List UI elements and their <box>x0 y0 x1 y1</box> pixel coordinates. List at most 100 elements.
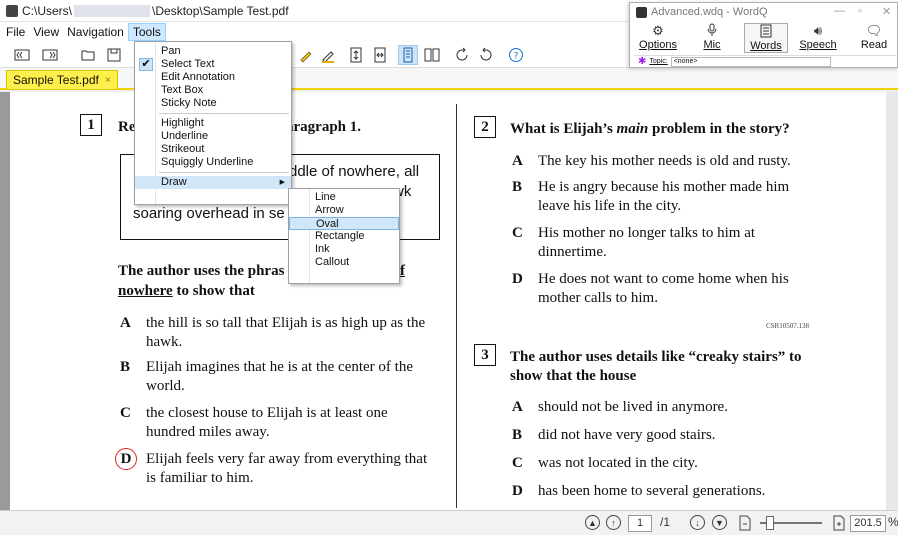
question-3-number: 3 <box>474 344 496 366</box>
redacted-username <box>74 4 151 17</box>
question-2-option-a: A The key his mother needs is old and rus… <box>512 153 791 169</box>
tools-menu-edit-annotation[interactable]: Edit Annotation <box>135 71 291 84</box>
svg-text:?: ? <box>514 52 519 62</box>
tools-menu-underline[interactable]: Underline <box>135 130 291 143</box>
menu-tools[interactable]: Tools <box>127 23 166 41</box>
page-number-input[interactable]: 1 <box>628 515 652 532</box>
tools-menu-draw[interactable]: Draw ▶ <box>135 176 291 189</box>
scroll-up-icon[interactable]: ▲ <box>585 515 600 530</box>
submenu-arrow-icon: ▶ <box>279 179 285 186</box>
page-total: /1 <box>660 515 671 529</box>
question-1-number: 1 <box>80 114 102 136</box>
menu-navigation[interactable]: Navigation <box>63 24 128 40</box>
two-page-view-icon[interactable] <box>422 45 442 65</box>
help-icon[interactable]: ? <box>506 45 526 65</box>
speaker-icon: 🔊︎ <box>813 23 823 38</box>
wordq-speech-button[interactable]: 🔊︎ Speech <box>796 23 840 51</box>
zoom-slider-thumb[interactable] <box>766 516 774 530</box>
zoom-level-input[interactable]: 201.5 <box>850 515 886 532</box>
rotate-clockwise-icon[interactable] <box>452 45 472 65</box>
pen-icon[interactable] <box>296 45 316 65</box>
title-suffix: \Desktop\Sample Test.pdf <box>152 3 289 18</box>
question-2-code: CSR10507.138 <box>766 322 809 330</box>
wordq-window: Advanced.wdq - WordQ — ▫ ✕ ⚙ Options Mic… <box>629 2 898 68</box>
question-1-prompt-end: aragraph 1. <box>286 119 361 135</box>
question-1-stem-end: f <box>400 263 405 279</box>
wordq-options-button[interactable]: ⚙ Options <box>636 23 680 51</box>
menu-view[interactable]: View <box>29 24 63 40</box>
question-2-option-d: D He does not want to come home when his … <box>512 271 789 306</box>
fit-page-icon[interactable] <box>346 45 366 65</box>
zoom-unit: % <box>888 515 898 529</box>
checkmark-icon: ✔ <box>139 58 153 71</box>
word-list-icon <box>745 24 787 40</box>
save-icon[interactable] <box>104 45 124 65</box>
question-3-option-d: Dhas been home to several generations. <box>512 483 766 499</box>
scroll-down-icon[interactable]: ▼ <box>712 515 727 530</box>
app-icon <box>6 4 18 17</box>
minimize-icon[interactable]: — <box>834 5 845 17</box>
tools-menu: Pan ✔ Select Text Edit Annotation Text Bo… <box>134 41 292 205</box>
tools-menu-strikeout[interactable]: Strikeout <box>135 143 291 156</box>
tools-menu-text-box[interactable]: Text Box <box>135 84 291 97</box>
passage-line-3: soaring overhead in se <box>133 205 285 222</box>
oval-annotation[interactable]: D <box>115 448 137 470</box>
tools-menu-sticky-note[interactable]: Sticky Note <box>135 97 291 110</box>
menu-file[interactable]: File <box>2 24 29 40</box>
question-1-option-b: B Elijah imagines that he is at the cente… <box>120 359 413 394</box>
draw-submenu: Line Arrow Oval Rectangle Ink Callout <box>288 188 400 284</box>
question-2-prompt: What is Elijah’s main problem in the sto… <box>510 121 790 137</box>
previous-page-icon[interactable]: ↑ <box>606 515 621 530</box>
tab-sample-test[interactable]: Sample Test.pdf × <box>6 70 118 90</box>
open-folder-icon[interactable] <box>78 45 98 65</box>
gear-icon: ⚙ <box>652 23 664 38</box>
question-1-option-a: Athe hill is so tall that Elijah is as h… <box>120 315 426 350</box>
wordq-topic-bar: ✱ Topic: <none> <box>634 55 896 67</box>
rotate-counterclockwise-icon[interactable] <box>476 45 496 65</box>
question-1-option-c: Cthe closest house to Elijah is at least… <box>120 405 388 440</box>
maximize-icon[interactable]: ▫ <box>858 5 862 17</box>
wordq-mic-button[interactable]: Mic <box>690 23 734 51</box>
draw-menu-callout[interactable]: Callout <box>289 256 399 269</box>
question-1-option-d: D Elijah feels very far away from everyth… <box>115 448 440 488</box>
tools-menu-squiggly-underline[interactable]: Squiggly Underline <box>135 156 291 169</box>
wordq-app-icon <box>636 6 647 18</box>
next-page-icon[interactable]: ↓ <box>690 515 705 530</box>
question-1-stem-line-2: nowhere to show that <box>118 283 255 299</box>
tab-label: Sample Test.pdf <box>13 73 99 87</box>
question-3-prompt: The author uses details like “creaky sta… <box>510 349 802 384</box>
single-page-view-icon[interactable] <box>398 45 418 65</box>
question-3-option-b: Bdid not have very good stairs. <box>512 427 716 443</box>
zoom-in-icon[interactable] <box>832 515 846 531</box>
title-prefix: C:\Users\ <box>22 3 73 18</box>
fit-width-icon[interactable] <box>370 45 390 65</box>
question-1-stem-start: The author uses the phras <box>118 263 285 279</box>
close-icon[interactable]: ✕ <box>882 5 891 18</box>
question-3-option-c: Cwas not located in the city. <box>512 455 698 471</box>
draw-menu-line[interactable]: Line <box>289 191 399 204</box>
draw-menu-ink[interactable]: Ink <box>289 243 399 256</box>
star-icon: ✱ <box>638 56 647 67</box>
wordq-title: Advanced.wdq - WordQ <box>651 6 768 18</box>
wordq-title-bar: Advanced.wdq - WordQ — ▫ ✕ <box>630 3 897 21</box>
tab-close-icon[interactable]: × <box>105 75 111 86</box>
topic-select[interactable]: <none> <box>670 56 831 67</box>
wordq-read-button[interactable]: 🗨︎ Read <box>852 23 896 51</box>
draw-menu-rectangle[interactable]: Rectangle <box>289 230 399 243</box>
question-3-option-a: Ashould not be lived in anymore. <box>512 399 728 415</box>
status-bar: ▲ ↑ 1 /1 ↓ ▼ 201.5 % <box>0 510 898 535</box>
tools-menu-pan[interactable]: Pan <box>135 45 291 58</box>
vertical-scrollbar[interactable] <box>886 92 898 510</box>
draw-menu-oval[interactable]: Oval <box>289 217 399 230</box>
first-page-icon[interactable] <box>12 45 32 65</box>
draw-menu-arrow[interactable]: Arrow <box>289 204 399 217</box>
marker-icon[interactable] <box>318 45 338 65</box>
zoom-out-icon[interactable] <box>738 515 752 531</box>
last-page-icon[interactable] <box>40 45 60 65</box>
passage-line-1: ddle of nowhere, all <box>289 163 420 180</box>
question-1-prompt-start: Re <box>118 119 136 135</box>
wordq-words-button[interactable]: Words <box>744 23 788 53</box>
zoom-slider[interactable] <box>760 516 822 530</box>
tools-menu-select-text[interactable]: ✔ Select Text <box>135 58 291 71</box>
tools-menu-highlight[interactable]: Highlight <box>135 117 291 130</box>
